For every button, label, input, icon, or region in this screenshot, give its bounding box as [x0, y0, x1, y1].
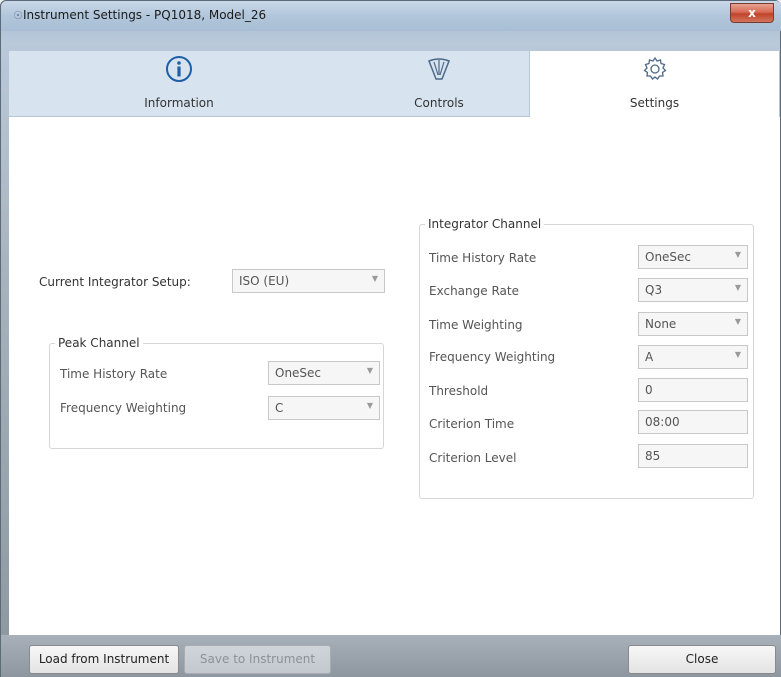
criterion-time-label: Criterion Time	[429, 417, 515, 431]
peak-channel-title: Peak Channel	[55, 336, 143, 350]
tab-settings[interactable]: Settings	[529, 51, 780, 118]
integrator-channel-title: Integrator Channel	[425, 217, 545, 231]
exchange-rate-label: Exchange Rate	[429, 284, 519, 298]
chevron-down-icon: ▼	[734, 317, 741, 326]
window-frame: ☉ Instrument Settings - PQ1018, Model_26…	[0, 0, 781, 677]
int-time-history-rate-select[interactable]: OneSec ▼	[638, 245, 748, 269]
tab-information[interactable]: Information	[9, 51, 349, 117]
chevron-down-icon: ▼	[371, 274, 378, 283]
close-window-button[interactable]: x	[730, 3, 774, 23]
tab-controls[interactable]: Controls	[349, 51, 529, 117]
title-bar[interactable]: ☉ Instrument Settings - PQ1018, Model_26…	[1, 1, 781, 31]
peak-time-history-rate-value: OneSec	[275, 366, 322, 380]
time-weighting-value: None	[645, 317, 677, 331]
tab-bar: Information Controls Settings	[9, 51, 780, 118]
int-frequency-weighting-value: A	[645, 350, 654, 364]
threshold-input[interactable]: 0	[638, 378, 748, 402]
close-button[interactable]: Close	[628, 645, 776, 674]
load-from-instrument-button[interactable]: Load from Instrument	[29, 645, 179, 674]
chevron-down-icon: ▼	[734, 250, 741, 259]
time-weighting-select[interactable]: None ▼	[638, 312, 748, 336]
exchange-rate-value: Q3	[645, 283, 663, 297]
peak-frequency-weighting-label: Frequency Weighting	[60, 401, 187, 415]
controls-icon	[428, 58, 450, 80]
int-frequency-weighting-label: Frequency Weighting	[429, 350, 556, 364]
criterion-time-input[interactable]: 08:00	[638, 410, 748, 434]
settings-panel: Current Integrator Setup: ISO (EU) ▼ Pea…	[9, 117, 780, 635]
chevron-down-icon: ▼	[366, 401, 373, 410]
peak-time-history-rate-select[interactable]: OneSec ▼	[268, 361, 380, 385]
exchange-rate-select[interactable]: Q3 ▼	[638, 278, 748, 302]
peak-frequency-weighting-select[interactable]: C ▼	[268, 396, 380, 420]
integrator-setup-label: Current Integrator Setup:	[39, 275, 191, 289]
button-bar: Load from Instrument Save to Instrument …	[1, 635, 781, 677]
tab-information-label: Information	[144, 96, 214, 110]
peak-frequency-weighting-value: C	[275, 401, 284, 415]
int-time-history-rate-value: OneSec	[645, 250, 692, 264]
peak-time-history-rate-label: Time History Rate	[60, 367, 168, 381]
tab-controls-label: Controls	[414, 96, 464, 110]
int-frequency-weighting-select[interactable]: A ▼	[638, 345, 748, 369]
window-title: Instrument Settings - PQ1018, Model_26	[23, 8, 267, 22]
criterion-level-input[interactable]: 85	[638, 444, 748, 468]
chevron-down-icon: ▼	[734, 283, 741, 292]
time-weighting-label: Time Weighting	[429, 318, 523, 332]
threshold-label: Threshold	[429, 384, 489, 398]
integrator-setup-value: ISO (EU)	[239, 274, 290, 288]
chevron-down-icon: ▼	[734, 350, 741, 359]
tab-settings-label: Settings	[629, 96, 680, 110]
gear-icon	[642, 56, 667, 80]
integrator-setup-select[interactable]: ISO (EU) ▼	[232, 269, 385, 293]
chevron-down-icon: ▼	[366, 366, 373, 375]
info-icon	[166, 56, 192, 82]
save-to-instrument-button[interactable]: Save to Instrument	[184, 645, 331, 674]
criterion-level-label: Criterion Level	[429, 451, 517, 465]
int-time-history-rate-label: Time History Rate	[429, 251, 537, 265]
